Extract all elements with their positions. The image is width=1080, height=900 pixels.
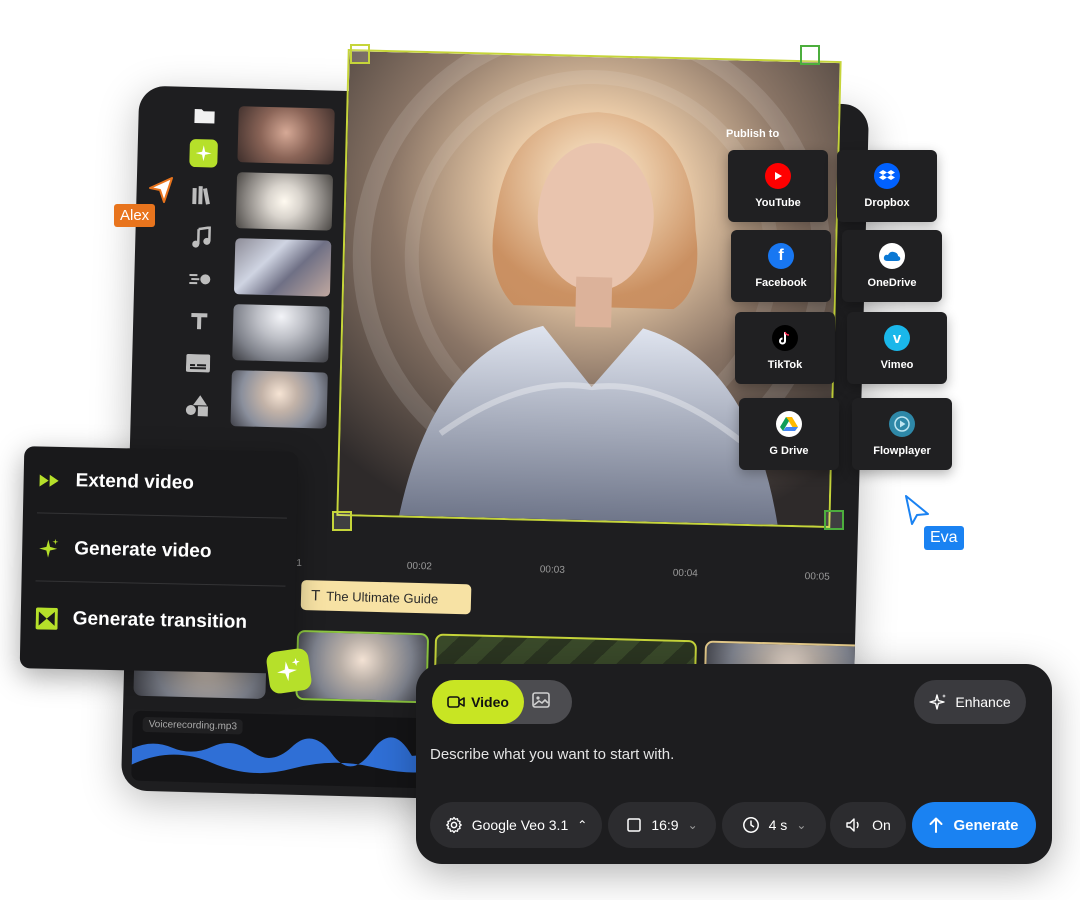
sparkle-icon (929, 694, 947, 710)
ai-actions-menu: Extend video Generate video Generate tra… (19, 446, 299, 674)
model-label: Google Veo 3.1 (471, 817, 569, 833)
ruler-tick-label: 00:03 (539, 564, 565, 576)
subtitles-icon[interactable] (184, 349, 213, 378)
shapes-icon[interactable] (183, 391, 212, 420)
generate-video-label: Generate video (73, 538, 212, 563)
image-icon (532, 692, 550, 708)
publish-flowplayer[interactable]: Flowplayer (852, 398, 952, 470)
enhance-label: Enhance (955, 694, 1011, 710)
cursor-label-alex: Alex (114, 204, 156, 227)
publish-youtube-label: YouTube (755, 197, 801, 209)
extend-video-label: Extend video (75, 470, 195, 494)
publish-facebook-label: Facebook (755, 277, 807, 289)
video-mode-button[interactable]: Video (432, 680, 524, 724)
extend-video-option[interactable]: Extend video (36, 448, 289, 519)
sparkle-icon[interactable] (189, 138, 218, 168)
mode-toggle: Video (432, 680, 572, 724)
generate-panel: Video Enhance Describe what you want to … (416, 664, 1052, 864)
library-icon[interactable] (188, 181, 217, 210)
publish-gdrive-label: G Drive (769, 445, 809, 457)
media-thumbnail[interactable] (230, 370, 328, 429)
folder-icon[interactable] (190, 101, 219, 130)
publish-gdrive[interactable]: G Drive (739, 398, 839, 470)
dropbox-icon (874, 163, 900, 189)
video-clip[interactable] (295, 629, 430, 704)
sparkle-icon (36, 536, 60, 560)
video-mode-label: Video (471, 694, 509, 710)
facebook-icon: f (768, 243, 794, 269)
gdrive-icon (776, 411, 802, 437)
tiktok-icon (772, 325, 798, 351)
publish-vimeo-label: Vimeo (880, 359, 914, 371)
media-thumbnails (230, 106, 339, 429)
publish-tiktok[interactable]: TikTok (735, 312, 835, 384)
publish-vimeo[interactable]: v Vimeo (847, 312, 947, 384)
vimeo-icon: v (884, 325, 910, 351)
ruler-tick-label: 00:02 (406, 560, 433, 573)
chevron-up-icon: ⌃ (577, 818, 588, 832)
prompt-input[interactable]: Describe what you want to start with. (430, 746, 674, 763)
publish-onedrive-label: OneDrive (867, 277, 917, 289)
resize-handle-bottom-right[interactable] (824, 510, 844, 530)
model-selector[interactable]: Google Veo 3.1 ⌃ (430, 802, 602, 848)
publish-label: Publish to (726, 128, 780, 140)
fast-forward-icon (37, 468, 61, 492)
media-thumbnail[interactable] (233, 238, 332, 297)
cursor-pointer-icon (905, 495, 929, 525)
publish-tiktok-label: TikTok (767, 359, 803, 371)
gear-icon (445, 816, 462, 834)
audio-track[interactable]: Voicerecording.mp3 (131, 710, 433, 789)
video-camera-icon (447, 696, 465, 708)
transition-icon (34, 606, 58, 630)
ruler-tick-label: 00:05 (804, 571, 830, 583)
flowplayer-icon (889, 411, 915, 437)
media-thumbnail[interactable] (237, 106, 335, 165)
cursor-label-eva: Eva (924, 526, 964, 550)
duration-selector[interactable]: 4 s ⌄ (722, 802, 826, 848)
arrow-up-icon (929, 817, 943, 833)
publish-facebook[interactable]: f Facebook (731, 230, 831, 302)
generate-transition-option[interactable]: Generate transition (34, 586, 285, 655)
publish-youtube[interactable]: YouTube (728, 150, 828, 222)
aspect-ratio-selector[interactable]: 16:9 ⌄ (608, 802, 716, 848)
publish-onedrive[interactable]: OneDrive (842, 230, 942, 302)
resize-handle-bottom-left[interactable] (332, 511, 352, 531)
aspect-ratio-icon (627, 818, 642, 832)
effects-icon[interactable] (186, 265, 215, 294)
aspect-ratio-label: 16:9 (651, 817, 679, 833)
chevron-down-icon: ⌄ (687, 818, 698, 832)
youtube-icon (765, 163, 791, 189)
speaker-icon (846, 818, 859, 832)
text-icon: T (310, 586, 321, 604)
resize-handle-top-right[interactable] (800, 45, 820, 65)
title-clip-label: The Ultimate Guide (326, 588, 439, 607)
media-thumbnail[interactable] (232, 304, 330, 363)
enhance-button[interactable]: Enhance (914, 680, 1026, 724)
sound-toggle[interactable]: On (830, 802, 906, 848)
text-icon[interactable] (185, 307, 214, 336)
title-clip[interactable]: T The Ultimate Guide (300, 579, 472, 615)
generate-video-option[interactable]: Generate video (35, 516, 287, 587)
clock-icon (742, 817, 759, 833)
publish-dropbox[interactable]: Dropbox (837, 150, 937, 222)
publish-dropbox-label: Dropbox (864, 197, 910, 209)
duration-label: 4 s (768, 817, 788, 833)
cursor-pointer-icon (149, 177, 173, 203)
chevron-down-icon: ⌄ (796, 818, 807, 832)
onedrive-icon (879, 243, 905, 269)
ruler-tick-label: 00:04 (672, 567, 698, 580)
ai-sparkle-badge[interactable] (265, 647, 313, 695)
sparkle-icon (277, 658, 300, 682)
audio-waveform (131, 737, 432, 774)
music-icon[interactable] (187, 223, 216, 252)
resize-handle-top-left[interactable] (350, 44, 370, 64)
generate-transition-label: Generate transition (72, 608, 248, 633)
generate-button[interactable]: Generate (912, 802, 1036, 848)
media-thumbnail[interactable] (235, 172, 334, 231)
sound-label: On (872, 817, 891, 833)
publish-flowplayer-label: Flowplayer (873, 445, 931, 457)
image-mode-button[interactable] (532, 692, 552, 712)
generate-label: Generate (953, 816, 1019, 834)
